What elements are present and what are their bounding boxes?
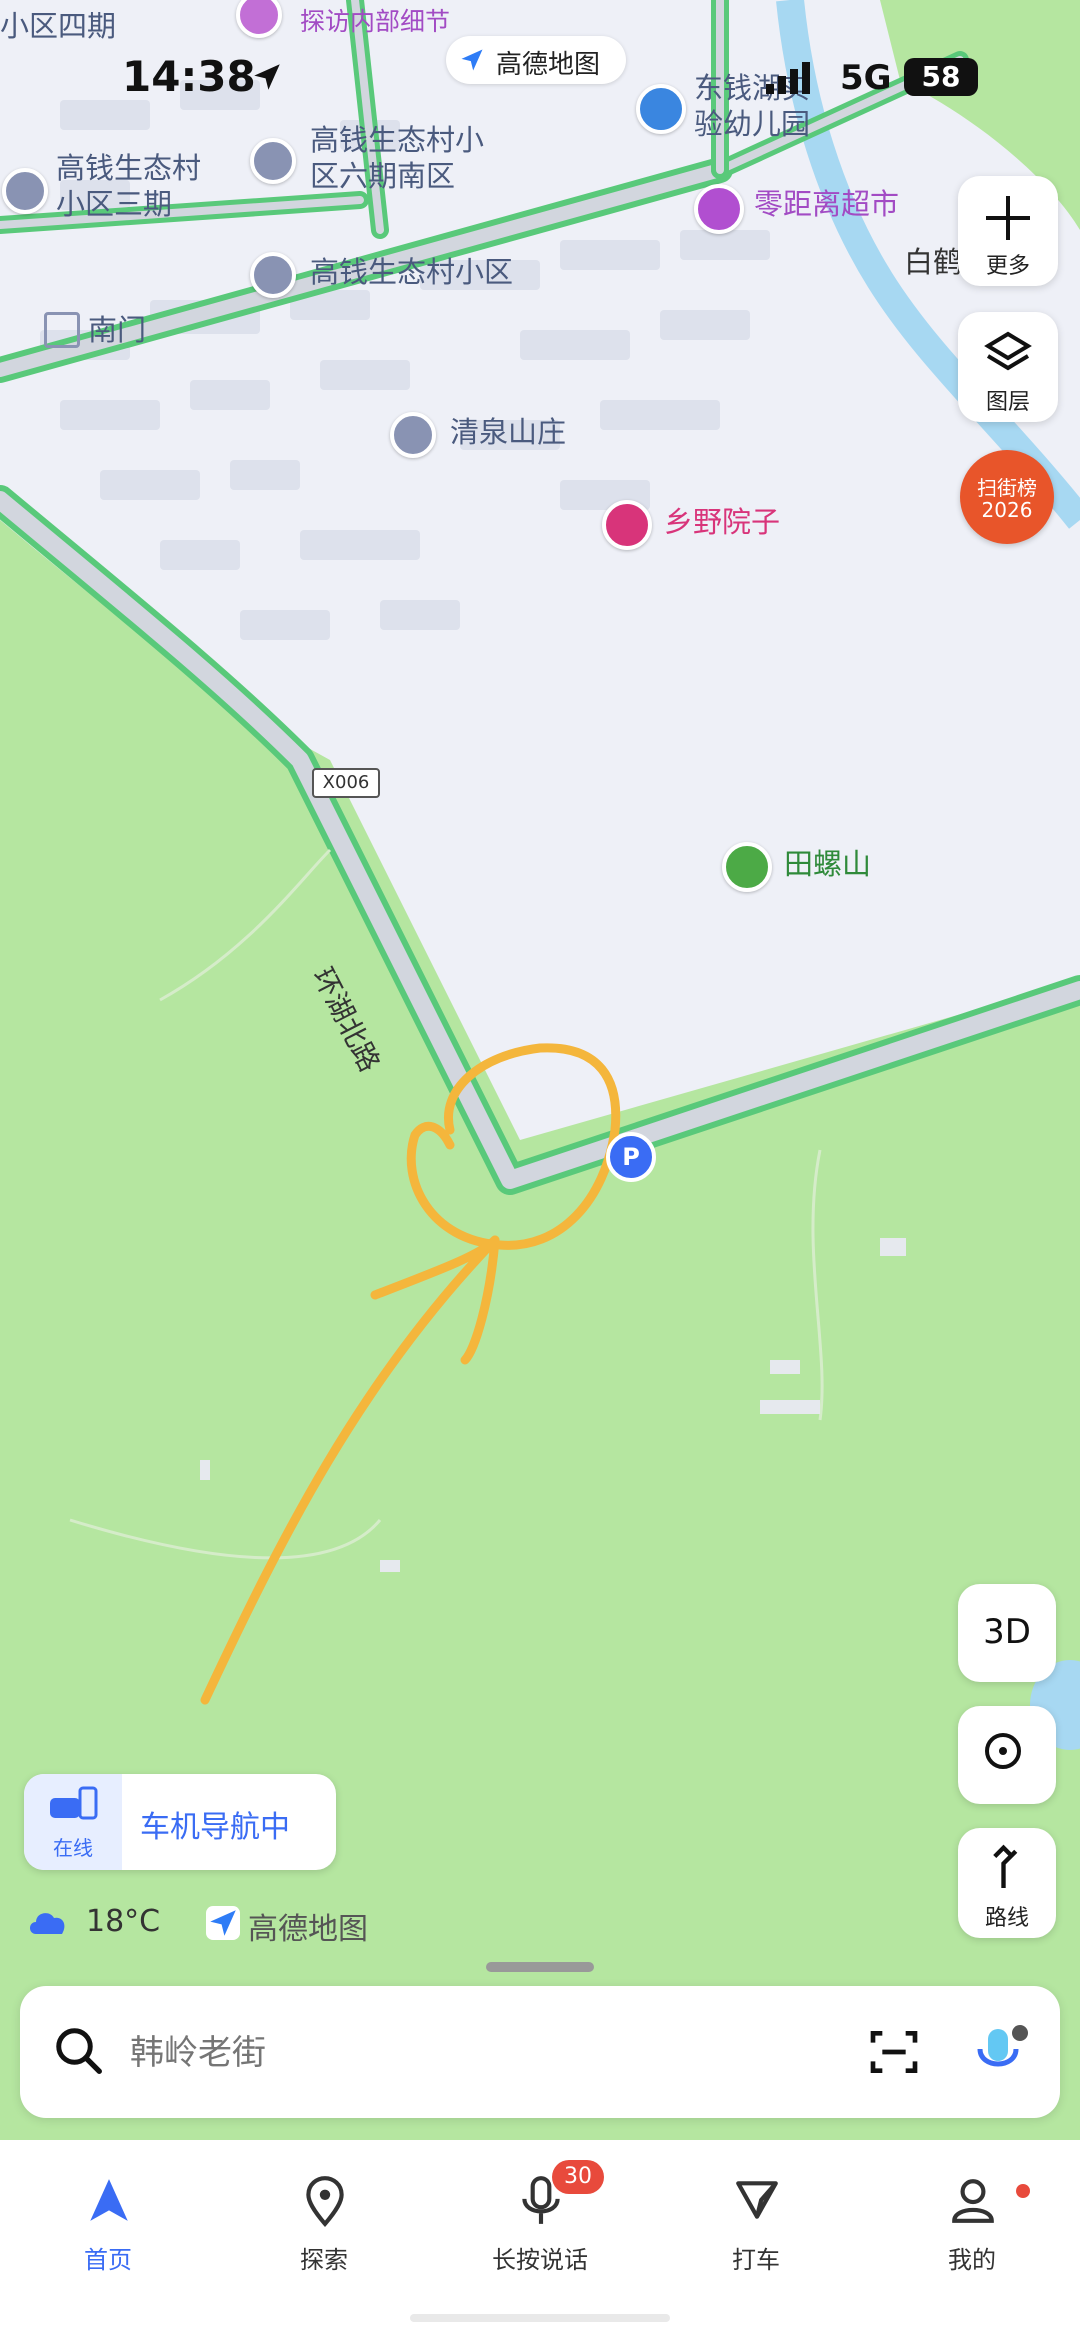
car-phone-icon: [50, 1786, 98, 1820]
tab-home[interactable]: 首页: [38, 2160, 178, 2280]
map-label-lingjuli[interactable]: 零距离超市: [754, 186, 899, 222]
bottom-tab-bar: 首页 探索 30 长按说话 打车 我的: [0, 2140, 1080, 2347]
tab-mine[interactable]: 我的: [902, 2160, 1042, 2280]
voice-assistant-icon[interactable]: [970, 2020, 1030, 2082]
ranking-badge[interactable]: 扫街榜 2026: [960, 450, 1054, 544]
network-label: 5G: [840, 58, 892, 98]
ranking-year: 2026: [981, 498, 1033, 522]
amap-logo-icon: [461, 49, 483, 71]
tab-explore[interactable]: 探索: [254, 2160, 394, 2280]
tab-label: 长按说话: [492, 2246, 588, 2274]
status-time: 14:38: [122, 52, 256, 101]
route-icon: [993, 1844, 1018, 1888]
map-label-gaoqian-sanqi[interactable]: 高钱生态村 小区三期: [56, 150, 201, 222]
search-bar[interactable]: [20, 1986, 1060, 2118]
3d-label: 3D: [983, 1612, 1031, 1652]
gate-icon: [44, 312, 80, 348]
battery-icon: 58: [904, 58, 978, 96]
user-icon: [952, 2179, 994, 2223]
layers-button[interactable]: 图层: [958, 312, 1058, 422]
map-label-xiangye[interactable]: 乡野院子: [664, 504, 780, 540]
residence-icon: [250, 138, 296, 184]
route-label: 路线: [984, 1906, 1029, 1931]
residence-icon: [250, 252, 296, 298]
map-label-baihe[interactable]: 白鹤: [904, 244, 962, 280]
supermarket-icon: [694, 184, 744, 234]
car-navigation-card[interactable]: 在线 车机导航中: [24, 1774, 336, 1870]
tab-label: 我的: [948, 2246, 996, 2274]
residence-icon: [390, 412, 436, 458]
map-label-gaoqian[interactable]: 高钱生态村小区: [310, 254, 513, 290]
poi-pin-icon: [602, 500, 652, 550]
sheet-handle[interactable]: [486, 1962, 594, 1972]
locate-icon: [985, 1733, 1021, 1769]
road-code-badge: X006: [312, 768, 380, 798]
brand-chip: 高德地图: [446, 36, 626, 84]
map-label-qingquan[interactable]: 清泉山庄: [450, 414, 566, 450]
weather-temp: 18°C: [86, 1904, 161, 1939]
parking-icon[interactable]: P: [606, 1132, 656, 1182]
voice-badge: 30: [552, 2160, 604, 2194]
map-label-tanfang[interactable]: 探访内部细节: [300, 4, 450, 40]
locate-button[interactable]: [958, 1706, 1056, 1804]
location-arrow-icon: [254, 64, 280, 90]
notification-dot: [1016, 2184, 1030, 2198]
battery-level: 58: [921, 60, 961, 93]
layers-icon: [984, 331, 1032, 371]
more-button[interactable]: 更多: [958, 176, 1058, 286]
navigation-arrow-icon: [90, 2179, 128, 2221]
map-label-tianluoshan[interactable]: 田螺山: [784, 846, 871, 882]
tab-label: 探索: [300, 2246, 348, 2274]
tab-label: 打车: [732, 2246, 780, 2274]
school-icon: [636, 84, 686, 134]
3d-button[interactable]: 3D: [958, 1584, 1056, 1682]
search-input[interactable]: [128, 2018, 832, 2088]
route-button[interactable]: 路线: [958, 1828, 1056, 1938]
ranking-label: 扫街榜: [977, 476, 1037, 500]
brand-name: 高德地图: [496, 50, 601, 80]
online-badge: 在线: [24, 1774, 122, 1870]
home-indicator: [410, 2314, 670, 2322]
cloud-icon: [30, 1913, 65, 1934]
taxi-icon: [736, 2181, 778, 2219]
layers-label: 图层: [985, 390, 1030, 415]
map-label-gaoqian-liuqi[interactable]: 高钱生态村小 区六期南区: [310, 122, 484, 194]
amap-logo-icon: [206, 1906, 240, 1940]
more-label: 更多: [985, 254, 1030, 279]
residence-icon: [2, 168, 48, 214]
tab-voice[interactable]: 30 长按说话: [470, 2160, 610, 2280]
brand-watermark: 高德地图: [248, 1912, 368, 1947]
map-label-xiaoqu-siqi[interactable]: 小区四期: [0, 8, 116, 44]
mountain-icon: [722, 842, 772, 892]
map-pin-icon: [306, 2176, 344, 2228]
car-navigation-text: 车机导航中: [140, 1810, 290, 1845]
plus-icon: [986, 196, 1030, 240]
map-label-nanmen[interactable]: 南门: [88, 312, 146, 348]
search-icon: [56, 2028, 102, 2074]
scan-icon[interactable]: [866, 2024, 922, 2080]
tab-taxi[interactable]: 打车: [686, 2160, 826, 2280]
signal-icon: [766, 62, 810, 94]
tab-label: 首页: [84, 2246, 132, 2274]
online-label: 在线: [53, 1836, 93, 1860]
